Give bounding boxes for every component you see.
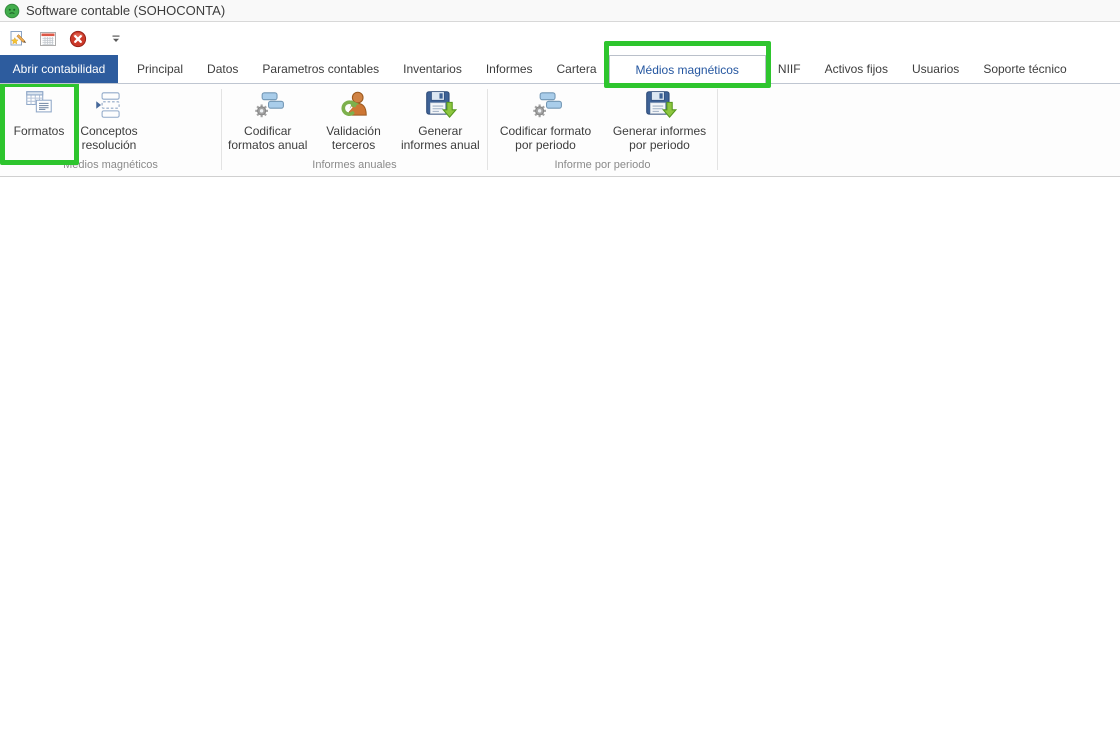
generar-informes-anual-button[interactable]: Generar informes anual bbox=[394, 86, 487, 158]
abrir-contabilidad-button[interactable]: Abrir contabilidad bbox=[0, 55, 118, 83]
ribbon-group-informe-por-periodo: Codificar formato por periodo Generar in… bbox=[488, 84, 717, 176]
ribbon-group-medios-magneticos: Formatos Conceptos resolución Medios mag… bbox=[0, 82, 221, 176]
group-label-informes-anuales: Informes anuales bbox=[312, 159, 397, 171]
button-label: Generar informes anual bbox=[400, 124, 480, 152]
window-title: Software contable (SOHOCONTA) bbox=[26, 3, 226, 18]
tab-label: Médios magnéticos bbox=[635, 63, 739, 77]
button-label: Generar informes por periodo bbox=[612, 124, 707, 152]
content-area bbox=[0, 177, 1120, 754]
codificar-formatos-anual-button[interactable]: Codificar formatos anual bbox=[222, 86, 313, 158]
button-label: Validación terceros bbox=[326, 124, 381, 152]
button-label: Codificar formatos anual bbox=[228, 124, 308, 152]
gear-blocks-icon bbox=[251, 88, 285, 122]
ribbon-tab-row: Abrir contabilidad Principal Datos Param… bbox=[0, 41, 1120, 88]
ribbon-group-divider bbox=[717, 89, 718, 170]
codificar-formato-por-periodo-button[interactable]: Codificar formato por periodo bbox=[490, 86, 602, 158]
toolbar-options-button[interactable] bbox=[105, 28, 127, 50]
group-label-informe-por-periodo: Informe por periodo bbox=[554, 159, 651, 171]
formats-tables-icon bbox=[22, 88, 56, 122]
conceptos-resolucion-button[interactable]: Conceptos resolución bbox=[73, 86, 145, 158]
tab-activos-fijos[interactable]: Activos fijos bbox=[813, 55, 900, 83]
concepts-list-icon bbox=[92, 88, 126, 122]
wizard-button[interactable] bbox=[7, 28, 29, 50]
calendar-button[interactable] bbox=[37, 28, 59, 50]
tab-informes[interactable]: Informes bbox=[474, 55, 545, 83]
person-validate-icon bbox=[337, 88, 371, 122]
save-arrow-icon bbox=[423, 88, 458, 122]
button-label: Conceptos resolución bbox=[80, 124, 138, 152]
calendar-icon bbox=[39, 30, 57, 48]
tab-medios-magneticos[interactable]: Médios magnéticos bbox=[603, 41, 771, 88]
ribbon-group-informes-anuales: Codificar formatos anual Validación terc… bbox=[222, 84, 487, 176]
tab-datos[interactable]: Datos bbox=[195, 55, 250, 83]
gear-blocks-icon bbox=[529, 88, 563, 122]
wizard-icon bbox=[9, 30, 27, 48]
app-window: Software contable (SOHOCONTA) Abrir cont… bbox=[0, 0, 1120, 754]
tab-parametros-contables[interactable]: Parametros contables bbox=[250, 55, 391, 83]
close-red-icon bbox=[69, 30, 87, 48]
quick-access-toolbar bbox=[0, 22, 1120, 55]
tab-usuarios[interactable]: Usuarios bbox=[900, 55, 971, 83]
formatos-button[interactable]: Formatos bbox=[0, 82, 79, 165]
generar-informes-por-periodo-button[interactable]: Generar informes por periodo bbox=[604, 86, 716, 158]
tab-inventarios[interactable]: Inventarios bbox=[391, 55, 474, 83]
tab-soporte-tecnico[interactable]: Soporte técnico bbox=[971, 55, 1078, 83]
tab-principal[interactable]: Principal bbox=[125, 55, 195, 83]
validacion-terceros-button[interactable]: Validación terceros bbox=[315, 86, 391, 158]
button-label: Codificar formato por periodo bbox=[499, 124, 592, 152]
tab-niif[interactable]: NIIF bbox=[766, 55, 813, 83]
title-bar: Software contable (SOHOCONTA) bbox=[0, 0, 1120, 22]
button-label: Formatos bbox=[13, 124, 65, 138]
group-label-medios-magneticos: Medios magnéticos bbox=[63, 159, 158, 171]
app-icon bbox=[4, 3, 20, 19]
tab-cartera[interactable]: Cartera bbox=[545, 55, 609, 83]
ribbon: Formatos Conceptos resolución Medios mag… bbox=[0, 82, 1120, 177]
exit-button[interactable] bbox=[67, 28, 89, 50]
save-arrow-icon bbox=[643, 88, 677, 122]
chevron-down-icon bbox=[110, 33, 122, 45]
